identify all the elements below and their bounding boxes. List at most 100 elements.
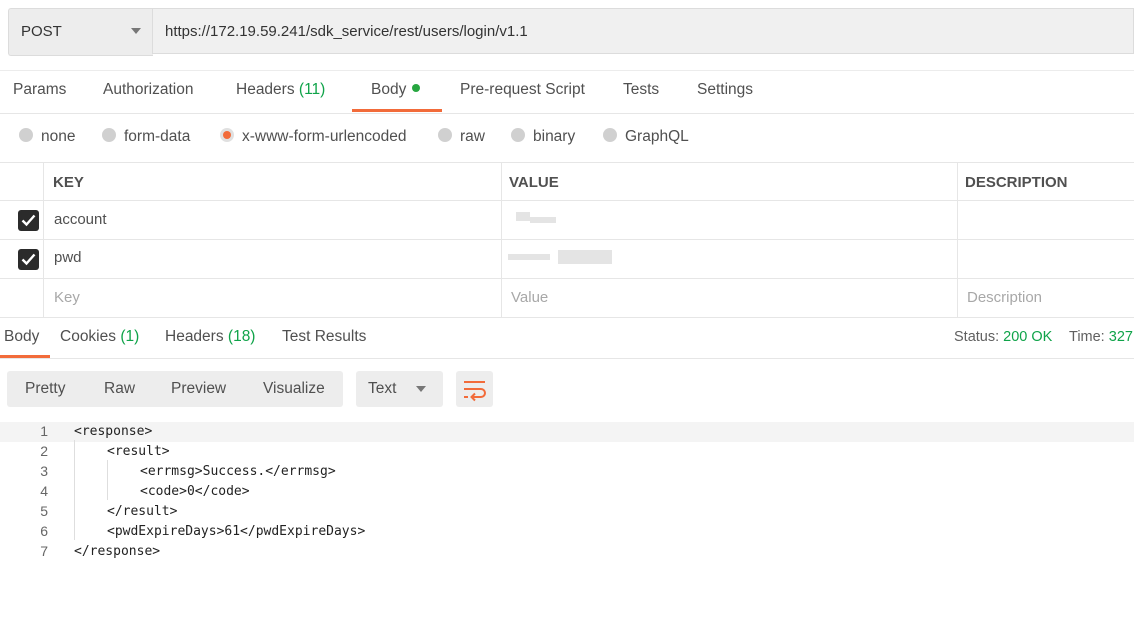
header-cell: DESCRIPTION (957, 162, 1134, 200)
status-label: Status: (954, 329, 1000, 345)
checkbox-checked-icon[interactable] (18, 210, 39, 231)
radio-icon (438, 128, 452, 142)
tab-settings[interactable]: Settings (697, 81, 753, 99)
value-cell[interactable] (501, 201, 957, 239)
tab-tests[interactable]: Tests (623, 81, 659, 99)
radio-icon (603, 128, 617, 142)
tab-label: Cookies (60, 328, 116, 345)
description-cell[interactable] (957, 201, 1134, 239)
radio-icon (102, 128, 116, 142)
line-text: </result> (107, 504, 178, 519)
redacted-value (558, 250, 612, 264)
key-placeholder: Key (54, 289, 80, 306)
view-raw[interactable]: Raw (104, 380, 135, 398)
url-input[interactable]: https://172.19.59.241/sdk_service/rest/u… (152, 8, 1134, 54)
radio-form-data[interactable]: form-data (102, 128, 190, 146)
line-number: 4 (40, 483, 48, 499)
time-label: Time: (1069, 329, 1105, 345)
code-line: 3 <errmsg>Success.</errmsg> (0, 462, 1134, 482)
active-tab-indicator (0, 355, 50, 358)
radio-icon (511, 128, 525, 142)
tab-test-results[interactable]: Test Results (282, 328, 366, 346)
value-cell[interactable] (501, 240, 957, 278)
tab-response-body[interactable]: Body (4, 328, 39, 346)
tab-label: Settings (697, 81, 754, 98)
code-line: 6 <pwdExpireDays>61</pwdExpireDays> (0, 522, 1134, 542)
tab-label: Body (371, 81, 407, 98)
status-value: 200 OK (1003, 329, 1053, 345)
method-label: POST (21, 23, 62, 40)
tab-pre-request-script[interactable]: Pre-request Script (460, 81, 585, 99)
url-text: https://172.19.59.241/sdk_service/rest/u… (165, 23, 528, 40)
tab-response-headers[interactable]: Headers (18) (165, 328, 255, 346)
line-text: <result> (107, 444, 170, 459)
line-text: <response> (74, 424, 153, 439)
tab-label: Headers (165, 328, 224, 345)
radio-label: GraphQL (625, 128, 689, 145)
value-placeholder: Value (511, 289, 549, 306)
tab-authorization[interactable]: Authorization (103, 81, 193, 99)
view-pretty[interactable]: Pretty (25, 380, 65, 398)
line-number: 3 (40, 463, 48, 479)
table-row: pwd (0, 240, 1134, 279)
view-preview[interactable]: Preview (171, 380, 226, 398)
tab-count: (1) (120, 328, 140, 345)
radio-raw[interactable]: raw (438, 128, 485, 146)
line-text: <code>0</code> (140, 484, 250, 499)
tab-cookies[interactable]: Cookies (1) (60, 328, 139, 346)
time-value: 327 (1108, 329, 1133, 345)
header-cell: KEY (43, 162, 501, 200)
value-cell[interactable]: Value (501, 279, 957, 317)
format-select[interactable]: Text (356, 371, 443, 407)
key-cell[interactable]: pwd (43, 240, 501, 278)
redacted-value (530, 217, 556, 223)
chevron-down-icon (416, 386, 426, 392)
tab-label: Tests (623, 81, 660, 98)
header-description: DESCRIPTION (965, 174, 1068, 191)
radio-label: form-data (124, 128, 191, 145)
request-bar: POST https://172.19.59.241/sdk_service/r… (8, 8, 1134, 56)
radio-label: raw (460, 128, 485, 145)
radio-graphql[interactable]: GraphQL (603, 128, 689, 146)
line-number: 7 (40, 543, 48, 559)
key-text: account (54, 211, 107, 228)
radio-x-www-form-urlencoded[interactable]: x-www-form-urlencoded (220, 128, 407, 146)
wrap-lines-button[interactable] (456, 371, 493, 407)
tab-count: (11) (298, 81, 326, 98)
key-cell[interactable]: account (43, 201, 501, 239)
tab-count: (18) (227, 328, 256, 345)
line-number: 6 (40, 523, 48, 539)
table-header: KEY VALUE DESCRIPTION (0, 162, 1134, 201)
line-number: 2 (40, 443, 48, 459)
radio-binary[interactable]: binary (511, 128, 575, 146)
method-select[interactable]: POST (8, 8, 153, 56)
response-time: Time: 327 (1069, 329, 1133, 345)
radio-none[interactable]: none (19, 128, 75, 146)
description-placeholder: Description (967, 289, 1043, 306)
radio-selected-icon (220, 128, 234, 142)
chevron-down-icon (131, 28, 141, 34)
indent-guide (107, 460, 108, 500)
radio-icon (19, 128, 33, 142)
description-cell[interactable]: Description (957, 279, 1134, 317)
description-cell[interactable] (957, 240, 1134, 278)
request-tabs: Params Authorization Headers (11) Body P… (0, 70, 1134, 114)
tab-label: Authorization (103, 81, 194, 98)
line-text: <errmsg>Success.</errmsg> (140, 464, 336, 479)
response-tabs: Body Cookies (1) Headers (18) Test Resul… (0, 317, 1134, 359)
view-mode-group: Pretty Raw Preview Visualize (7, 371, 343, 407)
table-row: account (0, 201, 1134, 240)
checkbox-checked-icon[interactable] (18, 249, 39, 270)
view-visualize[interactable]: Visualize (263, 380, 325, 398)
tab-headers[interactable]: Headers (11) (236, 81, 325, 99)
key-text: pwd (54, 249, 82, 266)
wrap-lines-icon (464, 381, 486, 402)
code-line: 4 <code>0</code> (0, 482, 1134, 502)
key-cell[interactable]: Key (43, 279, 501, 317)
header-cell: VALUE (501, 162, 957, 200)
radio-label: none (41, 128, 76, 145)
tab-body[interactable]: Body (371, 81, 421, 99)
code-line: 2 <result> (0, 442, 1134, 462)
redacted-value (508, 254, 550, 260)
tab-params[interactable]: Params (13, 81, 66, 99)
